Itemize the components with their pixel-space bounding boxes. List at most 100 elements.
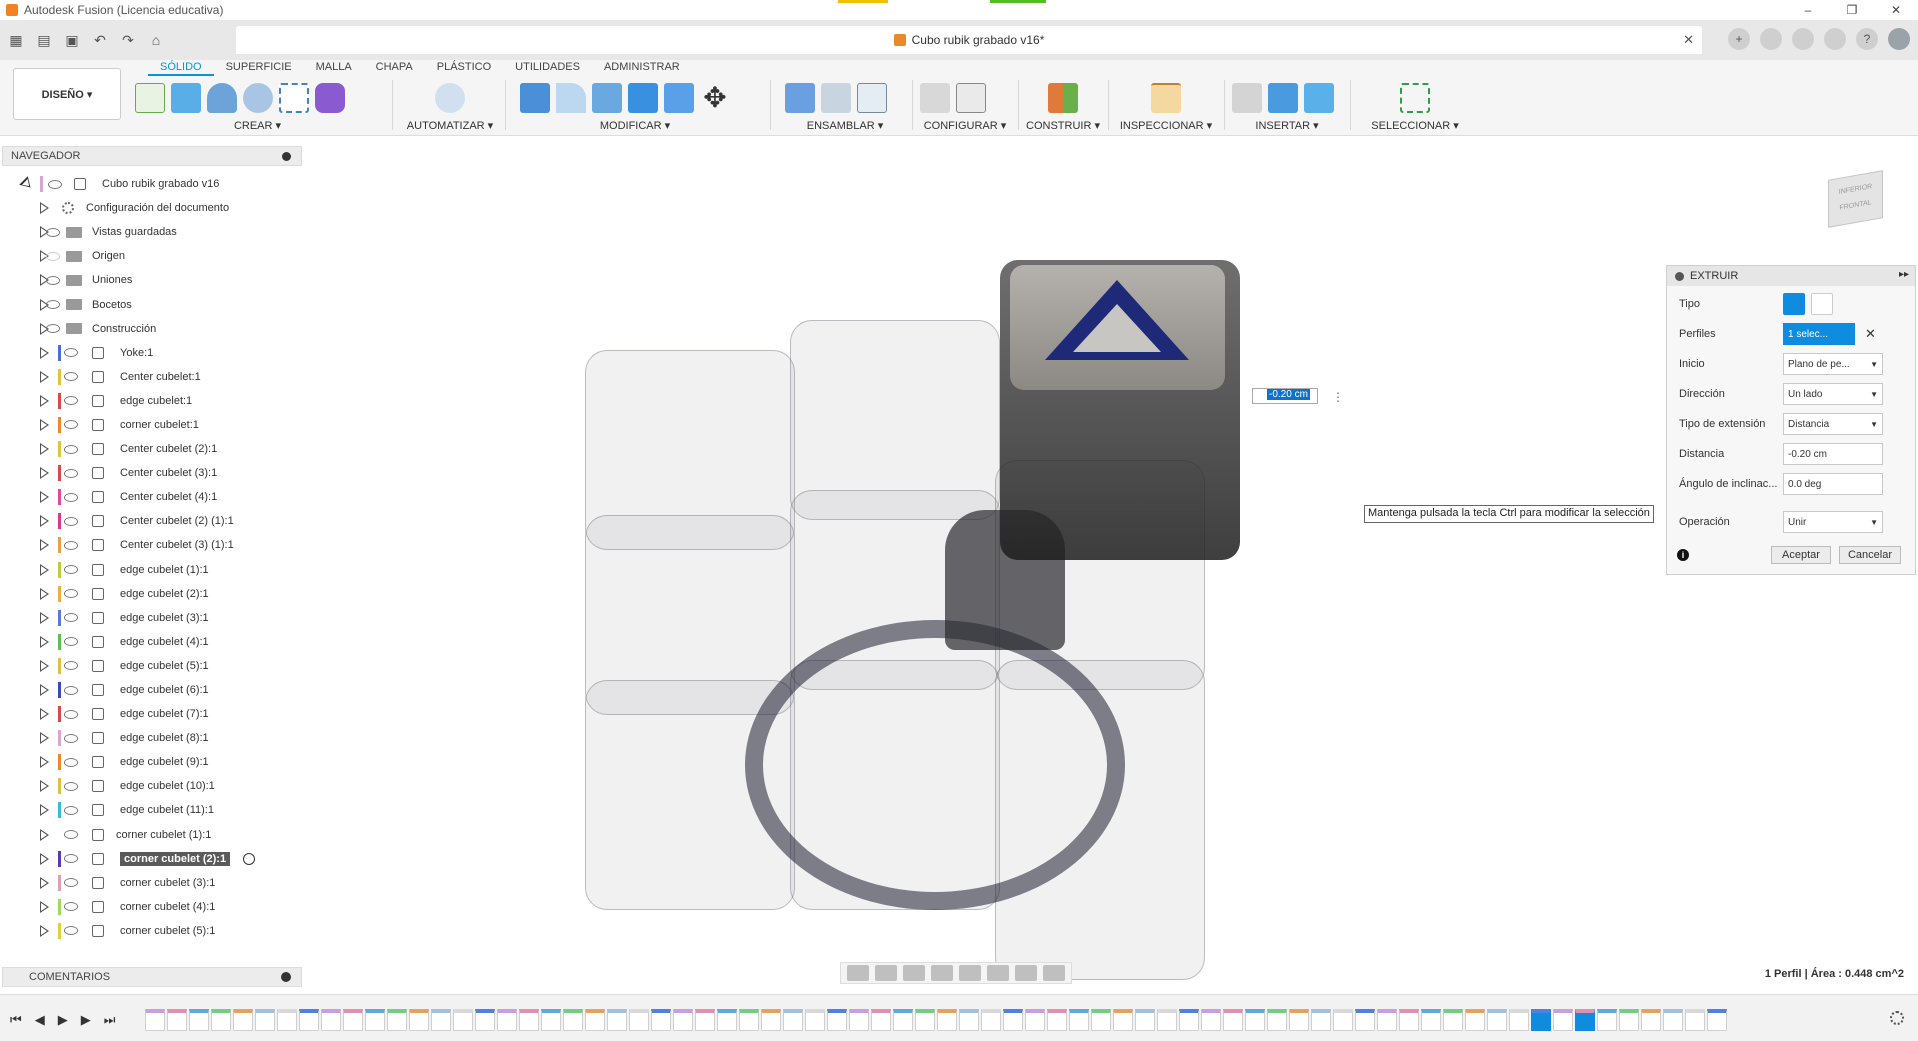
timeline-feature[interactable]: [321, 1009, 341, 1031]
timeline-feature[interactable]: [343, 1009, 363, 1031]
display-settings-icon[interactable]: [987, 965, 1009, 981]
expand-triangle-icon[interactable]: [40, 780, 49, 793]
visibility-eye-icon[interactable]: [46, 300, 60, 310]
timeline-feature[interactable]: [1223, 1009, 1243, 1031]
app-grid-icon[interactable]: ▦: [4, 28, 28, 52]
timeline-feature[interactable]: [1531, 1009, 1551, 1031]
timeline-feature[interactable]: [1113, 1009, 1133, 1031]
browser-item[interactable]: corner cubelet (2):1: [0, 847, 320, 871]
visibility-eye-icon[interactable]: [64, 540, 78, 550]
timeline-feature[interactable]: [1069, 1009, 1089, 1031]
tab-plastico[interactable]: PLÁSTICO: [425, 60, 503, 76]
extrude-solid-icon[interactable]: [1783, 293, 1805, 315]
viewcube-face[interactable]: INFERIOR FRONTAL: [1828, 170, 1883, 228]
timeline-feature[interactable]: [959, 1009, 979, 1031]
browser-item[interactable]: Bocetos: [0, 292, 320, 316]
timeline-feature[interactable]: [673, 1009, 693, 1031]
expand-triangle-icon[interactable]: [40, 394, 49, 407]
timeline-feature[interactable]: [1201, 1009, 1221, 1031]
expand-triangle-icon[interactable]: [40, 659, 49, 672]
rubik-cube-model[interactable]: [585, 260, 1355, 990]
play-icon[interactable]: ▶: [58, 1012, 68, 1028]
visibility-eye-icon[interactable]: [64, 733, 78, 743]
document-tab[interactable]: Cubo rubik grabado v16* ✕: [236, 26, 1702, 54]
timeline-feature[interactable]: [1663, 1009, 1683, 1031]
browser-item[interactable]: Center cubelet (4):1: [0, 485, 320, 509]
timeline-feature[interactable]: [761, 1009, 781, 1031]
browser-item[interactable]: Center cubelet:1: [0, 365, 320, 389]
tab-superficie[interactable]: SUPERFICIE: [214, 60, 304, 76]
browser-item[interactable]: corner cubelet:1: [0, 413, 320, 437]
visibility-eye-icon[interactable]: [64, 372, 78, 382]
insert-component-icon[interactable]: [1268, 83, 1298, 113]
orbit-icon[interactable]: [847, 965, 869, 981]
tab-administrar[interactable]: ADMINISTRAR: [592, 60, 692, 76]
start-dropdown[interactable]: Plano de pe... ▼: [1783, 353, 1883, 375]
timeline-feature[interactable]: [211, 1009, 231, 1031]
cancel-button[interactable]: Cancelar: [1839, 546, 1901, 564]
browser-item[interactable]: Construcción: [0, 317, 320, 341]
expand-triangle-icon[interactable]: [40, 828, 49, 841]
visibility-eye-icon[interactable]: [64, 396, 78, 406]
help-icon[interactable]: ?: [1856, 28, 1878, 50]
timeline-feature[interactable]: [1443, 1009, 1463, 1031]
timeline-feature[interactable]: [607, 1009, 627, 1031]
timeline-track[interactable]: [145, 1003, 1865, 1031]
workspace-switcher[interactable]: DISEÑO ▾: [13, 68, 121, 120]
browser-item[interactable]: Uniones: [0, 268, 320, 292]
expand-triangle-icon[interactable]: [19, 176, 35, 192]
timeline-feature[interactable]: [1575, 1009, 1595, 1031]
browser-item[interactable]: edge cubelet (9):1: [0, 750, 320, 774]
expand-triangle-icon[interactable]: [40, 708, 49, 721]
user-avatar[interactable]: [1888, 28, 1910, 50]
visibility-eye-icon[interactable]: [46, 275, 60, 285]
visibility-eye-icon[interactable]: [64, 613, 78, 623]
accept-button[interactable]: Aceptar: [1771, 546, 1831, 564]
distance-manipulator-input[interactable]: -0.20 cm: [1252, 388, 1318, 404]
extensions-icon[interactable]: [1760, 28, 1782, 50]
measure-icon[interactable]: [1151, 83, 1181, 113]
timeline-feature[interactable]: [1399, 1009, 1419, 1031]
timeline-feature[interactable]: [255, 1009, 275, 1031]
profiles-selector[interactable]: 1 selec...: [1783, 323, 1855, 345]
timeline-feature[interactable]: [1135, 1009, 1155, 1031]
activate-target-icon[interactable]: [243, 852, 255, 865]
expand-triangle-icon[interactable]: [40, 370, 49, 383]
timeline-feature[interactable]: [409, 1009, 429, 1031]
timeline-feature[interactable]: [1333, 1009, 1353, 1031]
visibility-eye-icon[interactable]: [64, 661, 78, 671]
group-modificar-label[interactable]: MODIFICAR ▾: [520, 119, 750, 132]
expand-triangle-icon[interactable]: [40, 539, 49, 552]
timeline-feature[interactable]: [937, 1009, 957, 1031]
timeline-feature[interactable]: [1157, 1009, 1177, 1031]
timeline-feature[interactable]: [1465, 1009, 1485, 1031]
group-insertar-label[interactable]: INSERTAR ▾: [1232, 119, 1342, 132]
browser-item[interactable]: edge cubelet (3):1: [0, 606, 320, 630]
timeline-feature[interactable]: [1619, 1009, 1639, 1031]
expand-triangle-icon[interactable]: [40, 202, 49, 215]
visibility-eye-icon[interactable]: [48, 179, 62, 189]
clear-selection-icon[interactable]: ✕: [1865, 326, 1876, 342]
timeline-feature[interactable]: [629, 1009, 649, 1031]
timeline-feature[interactable]: [1179, 1009, 1199, 1031]
expand-triangle-icon[interactable]: [40, 587, 49, 600]
new-component-icon[interactable]: [785, 83, 815, 113]
expand-triangle-icon[interactable]: [40, 756, 49, 769]
group-crear-label[interactable]: CREAR ▾: [135, 119, 380, 132]
browser-item[interactable]: Vistas guardadas: [0, 220, 320, 244]
taper-angle-input[interactable]: 0.0 deg: [1783, 473, 1883, 495]
group-inspeccionar-label[interactable]: INSPECCIONAR ▾: [1116, 119, 1216, 132]
timeline-feature[interactable]: [563, 1009, 583, 1031]
timeline-feature[interactable]: [167, 1009, 187, 1031]
timeline-feature[interactable]: [981, 1009, 1001, 1031]
timeline-feature[interactable]: [651, 1009, 671, 1031]
press-pull-icon[interactable]: [520, 83, 550, 113]
close-window-button[interactable]: ✕: [1874, 0, 1918, 20]
expand-triangle-icon[interactable]: [40, 852, 49, 865]
operation-dropdown[interactable]: Unir ▼: [1783, 511, 1883, 533]
tab-malla[interactable]: MALLA: [304, 60, 364, 76]
tab-solido[interactable]: SÓLIDO: [148, 60, 214, 76]
timeline-feature[interactable]: [233, 1009, 253, 1031]
extrude-thin-icon[interactable]: [1811, 293, 1833, 315]
visibility-eye-icon[interactable]: [64, 420, 78, 430]
